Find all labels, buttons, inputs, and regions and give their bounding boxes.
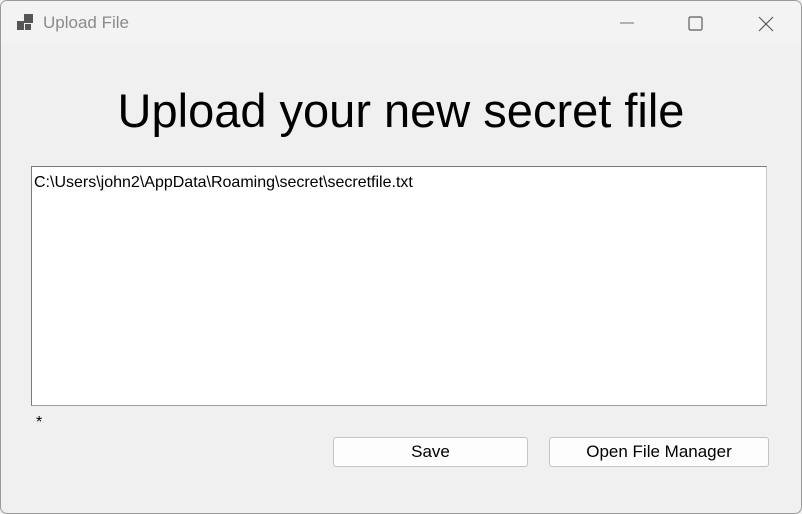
minimize-icon (620, 22, 634, 24)
close-icon (758, 16, 774, 32)
maximize-icon (688, 16, 703, 31)
status-label: * (36, 414, 43, 431)
title-bar[interactable]: Upload File (1, 1, 801, 45)
upload-file-window: Upload File Upload your new secret file … (0, 0, 802, 514)
page-heading: Upload your new secret file (117, 84, 685, 137)
close-button[interactable] (731, 1, 799, 45)
file-path-value: C:\Users\john2\AppData\Roaming\secret\se… (34, 174, 413, 191)
app-window-icon (16, 13, 34, 31)
minimize-button[interactable] (593, 1, 661, 45)
maximize-button[interactable] (661, 1, 729, 45)
open-file-manager-button[interactable]: Open File Manager (549, 437, 769, 467)
file-path-textbox[interactable]: C:\Users\john2\AppData\Roaming\secret\se… (31, 166, 767, 406)
window-title: Upload File (43, 13, 129, 32)
save-button[interactable]: Save (333, 437, 528, 467)
